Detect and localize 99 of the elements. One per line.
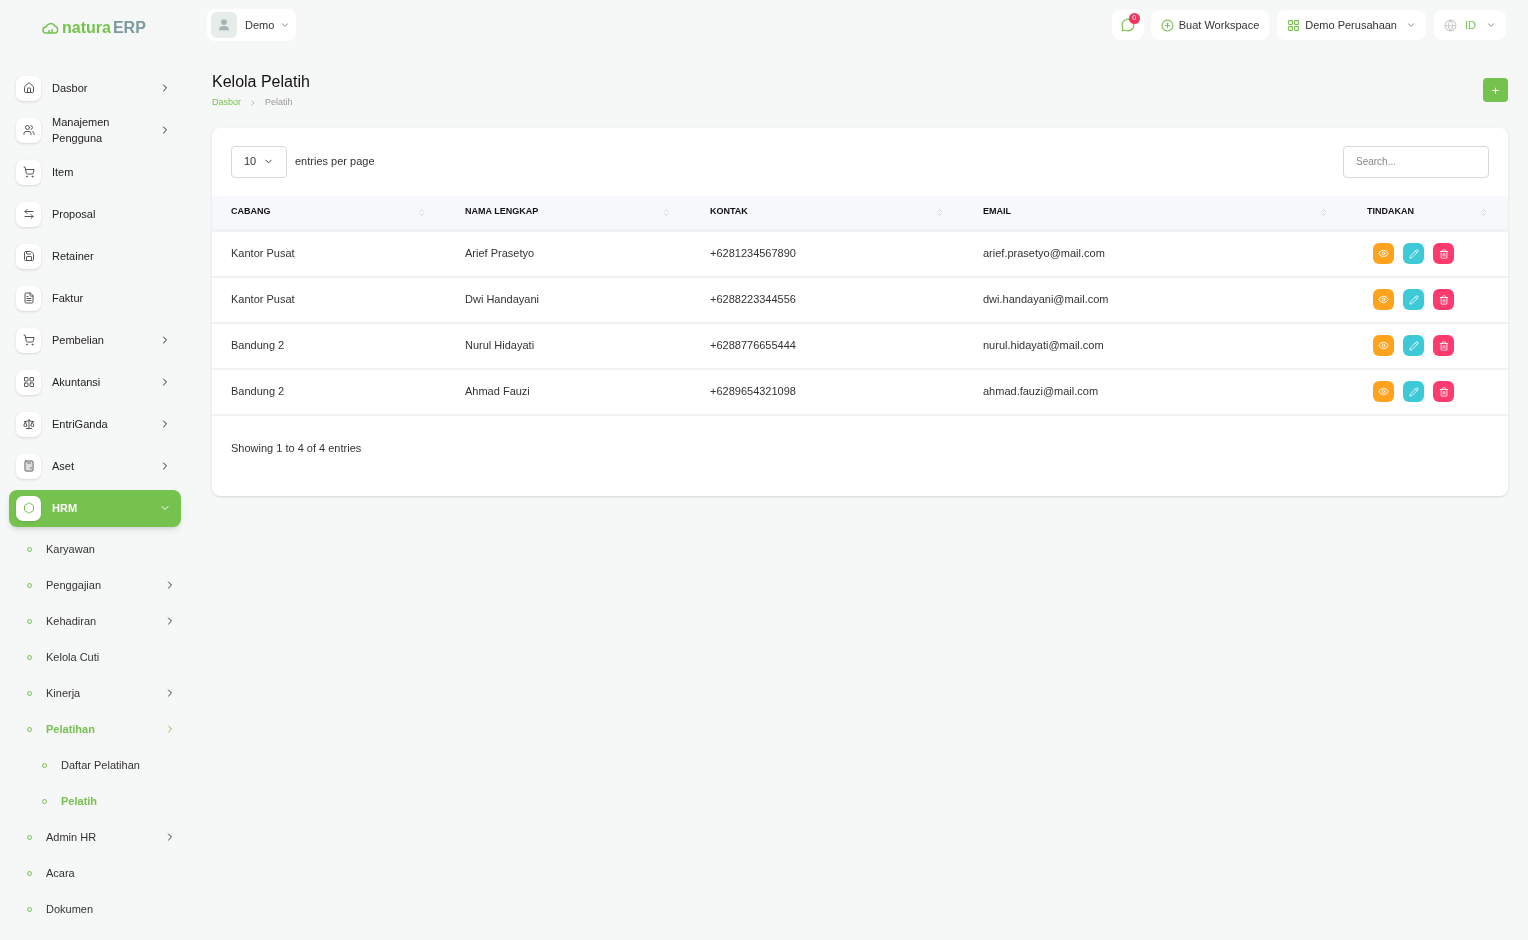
eye-icon — [1378, 294, 1389, 305]
table-cell: +6288776655444 — [691, 323, 964, 370]
table-cell: +6288223344556 — [691, 277, 964, 324]
sort-icon — [417, 207, 426, 217]
sidebar-item[interactable]: Pembelian — [9, 321, 181, 359]
sidebar-item[interactable]: Item — [9, 153, 181, 191]
column-header[interactable]: TINDAKAN — [1348, 195, 1508, 232]
pencil-icon — [1408, 340, 1419, 351]
sidebar-item[interactable]: Aset — [9, 447, 181, 485]
search-field[interactable]: Search... — [1343, 145, 1489, 178]
grid-icon — [22, 376, 35, 388]
table-cell: +6281234567890 — [691, 231, 964, 278]
company-menu[interactable]: Demo Perusahaan — [1277, 10, 1426, 40]
avatar-icon — [217, 18, 231, 32]
view-button[interactable] — [1373, 381, 1394, 402]
view-button[interactable] — [1373, 289, 1394, 310]
table-cell: arief.prasetyo@mail.com — [964, 231, 1348, 278]
delete-button[interactable] — [1433, 289, 1454, 310]
table-cell: Bandung 2 — [212, 369, 446, 416]
sort-icon — [662, 207, 671, 217]
calculator-icon — [22, 460, 35, 472]
edit-button[interactable] — [1403, 335, 1424, 356]
chevron-icon — [1486, 20, 1496, 30]
table-cell: Dwi Handayani — [446, 277, 691, 324]
breadcrumb-current: Pelatih — [265, 96, 293, 109]
chevron-icon — [249, 98, 257, 107]
sort-icon — [935, 207, 944, 217]
sidebar-subitem[interactable]: Kehadiran — [0, 603, 190, 639]
column-header[interactable]: EMAIL — [964, 195, 1348, 232]
sidebar-subitem[interactable]: Kinerja — [0, 675, 190, 711]
users-icon — [22, 124, 35, 136]
delete-button[interactable] — [1433, 243, 1454, 264]
table-cell: Ahmad Fauzi — [446, 369, 691, 416]
table-cell: ahmad.fauzi@mail.com — [964, 369, 1348, 416]
trash-icon — [1438, 294, 1449, 305]
hexagon-icon — [22, 502, 35, 514]
sidebar-item[interactable]: EntriGanda — [9, 405, 181, 443]
pencil-icon — [1408, 294, 1419, 305]
table-cell: nurul.hidayati@mail.com — [964, 323, 1348, 370]
cloud-icon — [42, 22, 60, 34]
table-cell: +6289654321098 — [691, 369, 964, 416]
column-header[interactable]: CABANG — [212, 195, 446, 232]
trash-icon — [1438, 340, 1449, 351]
edit-button[interactable] — [1403, 289, 1424, 310]
table-footer-text: Showing 1 to 4 of 4 entries — [230, 440, 363, 456]
sort-icon — [1319, 207, 1328, 217]
table-cell: dwi.handayani@mail.com — [964, 277, 1348, 324]
create-workspace-button[interactable]: Buat Workspace — [1150, 10, 1270, 40]
cart-icon — [22, 334, 35, 346]
column-header[interactable]: KONTAK — [691, 195, 964, 232]
sidebar-subitem[interactable]: Daftar Pelatihan — [0, 747, 190, 783]
home-icon — [22, 82, 35, 94]
sidebar-item[interactable]: Proposal — [9, 195, 181, 233]
table-cell: Bandung 2 — [212, 323, 446, 370]
sidebar-item[interactable]: Manajemen Pengguna — [9, 111, 181, 149]
trash-icon — [1438, 248, 1449, 259]
chat-icon — [1120, 18, 1135, 32]
edit-button[interactable] — [1403, 243, 1424, 264]
page-size-label: entries per page — [295, 154, 375, 170]
sidebar-item[interactable]: Akuntansi — [9, 363, 181, 401]
sidebar-subitem[interactable]: Karyawan — [0, 531, 190, 567]
view-button[interactable] — [1373, 335, 1394, 356]
sidebar-subitem[interactable]: Penggajian — [0, 567, 190, 603]
table-cell: Nurul Hidayati — [446, 323, 691, 370]
user-menu[interactable]: Demo — [207, 9, 297, 41]
eye-icon — [1378, 386, 1389, 397]
delete-button[interactable] — [1433, 335, 1454, 356]
chevron-icon — [1406, 20, 1416, 30]
document-icon — [22, 292, 35, 304]
cart-icon — [22, 166, 35, 178]
logo: naturaERP — [0, 0, 190, 56]
sort-icon — [1479, 207, 1488, 217]
view-button[interactable] — [1373, 243, 1394, 264]
pencil-icon — [1408, 248, 1419, 259]
eye-icon — [1378, 340, 1389, 351]
column-header[interactable]: NAMA LENGKAP — [446, 195, 691, 232]
pencil-icon — [1408, 386, 1419, 397]
sidebar-subitem[interactable]: Acara — [0, 855, 190, 891]
table-cell: Arief Prasetyo — [446, 231, 691, 278]
sidebar-subitem[interactable]: Admin HR — [0, 819, 190, 855]
trash-icon — [1438, 386, 1449, 397]
sidebar-subitem[interactable]: Dokumen — [0, 891, 190, 927]
grid-icon — [1287, 18, 1301, 32]
edit-button[interactable] — [1403, 381, 1424, 402]
table-cell: Kantor Pusat — [212, 231, 446, 278]
arrows-icon — [22, 208, 35, 220]
eye-icon — [1378, 248, 1389, 259]
globe-icon — [1444, 18, 1457, 32]
chevron-icon — [280, 20, 291, 30]
delete-button[interactable] — [1433, 381, 1454, 402]
sidebar-subitem[interactable]: Kelola Cuti — [0, 639, 190, 675]
page-title: Kelola Pelatih — [212, 72, 310, 92]
sidebar-item[interactable]: Dasbor — [9, 69, 181, 107]
page-size-select[interactable]: 10 — [231, 145, 287, 178]
plus-circle-icon — [1160, 18, 1174, 32]
sidebar-item[interactable]: Faktur — [9, 279, 181, 317]
table-cell: Kantor Pusat — [212, 277, 446, 324]
sidebar-item[interactable]: Retainer — [9, 237, 181, 275]
scale-icon — [22, 418, 35, 430]
